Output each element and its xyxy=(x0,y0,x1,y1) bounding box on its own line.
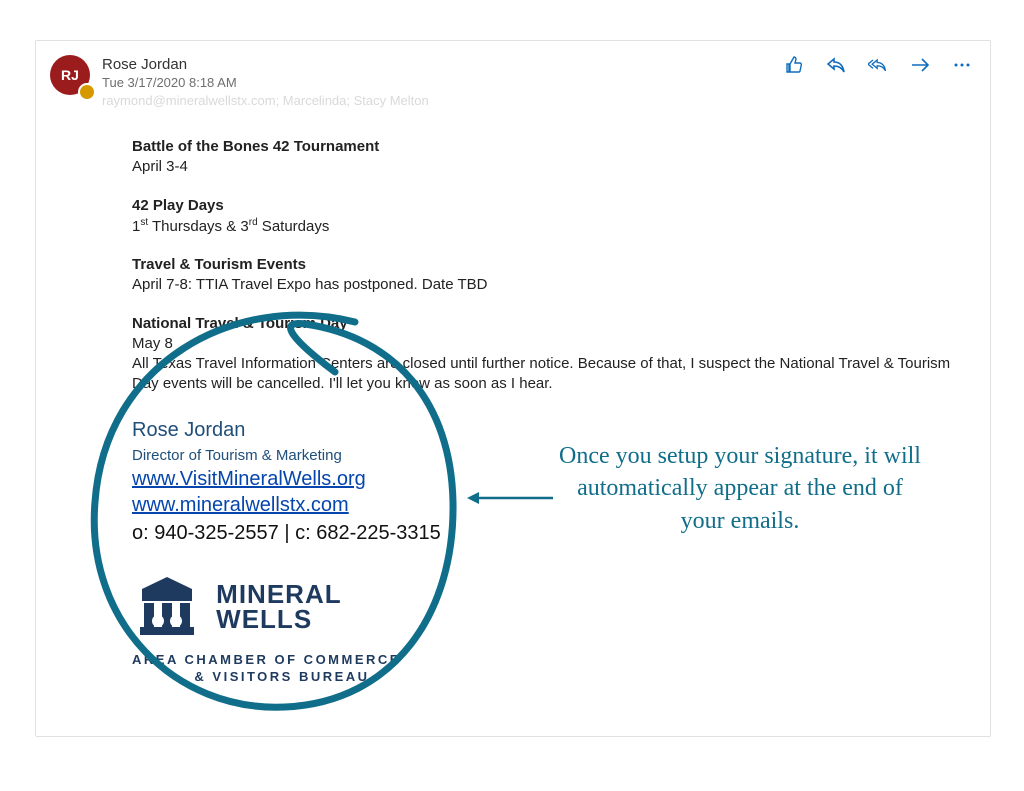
presence-indicator xyxy=(78,83,96,101)
section-4-title: National Travel & Tourism Day xyxy=(132,315,348,332)
logo-text: MINERAL WELLS xyxy=(216,582,341,631)
reply-icon xyxy=(826,55,846,75)
avatar-initials: RJ xyxy=(61,67,79,83)
more-icon xyxy=(952,55,972,75)
section-2: 42 Play Days 1st Thursdays & 3rd Saturda… xyxy=(132,196,972,238)
sender-date: Tue 3/17/2020 8:18 AM xyxy=(102,75,972,92)
forward-icon xyxy=(910,55,930,75)
logo-sub-line1: AREA CHAMBER OF COMMERCE xyxy=(132,651,972,669)
annotation-arrow xyxy=(465,488,555,508)
section-4-line1: May 8 xyxy=(132,335,173,352)
reply-button[interactable] xyxy=(826,55,846,75)
section-1-title: Battle of the Bones 42 Tournament xyxy=(132,138,379,155)
section-4-line2: All Texas Travel Information Centers are… xyxy=(132,355,950,392)
section-4: National Travel & Tourism Day May 8 All … xyxy=(132,314,972,395)
signature-logo: MINERAL WELLS AREA CHAMBER OF COMMERCE &… xyxy=(132,575,972,686)
logo-subtext: AREA CHAMBER OF COMMERCE & VISITORS BURE… xyxy=(132,651,972,686)
annotation-text: Once you setup your signature, it will a… xyxy=(555,440,925,537)
logo-sub-line2: & VISITORS BUREAU xyxy=(132,668,432,686)
reply-all-button[interactable] xyxy=(868,55,888,75)
section-2-title: 42 Play Days xyxy=(132,197,224,214)
forward-button[interactable] xyxy=(910,55,930,75)
section-1: Battle of the Bones 42 Tournament April … xyxy=(132,137,972,178)
email-card: RJ Rose Jordan Tue 3/17/2020 8:18 AM ray… xyxy=(35,40,991,737)
section-2-line: 1st Thursdays & 3rd Saturdays xyxy=(132,218,329,235)
recipients-line: raymond@mineralwellstx.com; Marcelinda; … xyxy=(102,93,972,108)
section-3-line: April 7-8: TTIA Travel Expo has postpone… xyxy=(132,276,487,293)
reply-all-icon xyxy=(868,55,888,75)
section-3-title: Travel & Tourism Events xyxy=(132,256,306,273)
section-1-line: April 3-4 xyxy=(132,158,188,175)
logo-mark-icon xyxy=(132,575,202,639)
more-actions-button[interactable] xyxy=(952,55,972,75)
like-button[interactable] xyxy=(784,55,804,75)
message-actions xyxy=(784,55,972,75)
thumbs-up-icon xyxy=(784,55,804,75)
logo-line2: WELLS xyxy=(216,607,341,632)
email-body: Battle of the Bones 42 Tournament April … xyxy=(36,137,990,686)
section-3: Travel & Tourism Events April 7-8: TTIA … xyxy=(132,255,972,296)
email-header: RJ Rose Jordan Tue 3/17/2020 8:18 AM ray… xyxy=(36,41,990,119)
